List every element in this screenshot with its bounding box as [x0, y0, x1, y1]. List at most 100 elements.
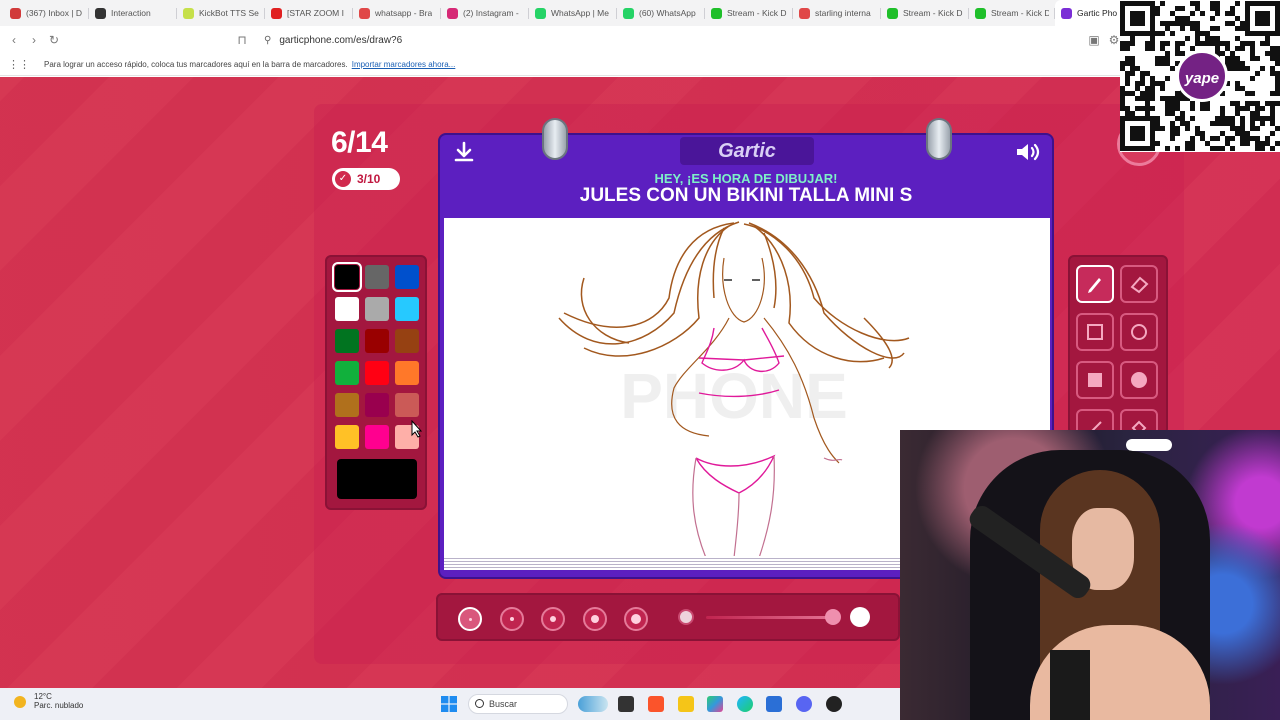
- color-swatch[interactable]: [395, 297, 419, 321]
- color-swatch[interactable]: [335, 297, 359, 321]
- browser-tab[interactable]: (367) Inbox | D: [4, 0, 89, 26]
- color-swatch[interactable]: [395, 361, 419, 385]
- color-swatch[interactable]: [332, 262, 362, 292]
- color-swatch[interactable]: [365, 361, 389, 385]
- file-explorer-icon[interactable]: [678, 696, 694, 712]
- browser-tab[interactable]: Interaction: [89, 0, 177, 26]
- circle-outline-tool[interactable]: [1120, 313, 1158, 351]
- browser-tab[interactable]: starling interna: [793, 0, 881, 26]
- apps-icon[interactable]: ⋮⋮: [8, 58, 30, 71]
- browser-tab[interactable]: WhatsApp | Me: [529, 0, 617, 26]
- reload-icon[interactable]: ↻: [44, 30, 64, 50]
- color-swatch[interactable]: [365, 329, 389, 353]
- store-icon[interactable]: [766, 696, 782, 712]
- color-swatch[interactable]: [335, 329, 359, 353]
- tab-label: Stream - Kick D: [903, 8, 963, 18]
- discord-icon[interactable]: [796, 696, 812, 712]
- forward-icon[interactable]: ›: [24, 30, 44, 50]
- browser-tab[interactable]: Stream - Kick D: [881, 0, 969, 26]
- brush-size-button[interactable]: [541, 607, 565, 631]
- browser-tab[interactable]: (2) Instagram -: [441, 0, 529, 26]
- tab-label: Stream - Kick D: [991, 8, 1049, 18]
- tab-favicon-icon: [1061, 7, 1072, 19]
- brush-size-button[interactable]: [582, 607, 607, 631]
- current-color-preview: [337, 459, 417, 499]
- round-counter: 6/14: [331, 126, 388, 159]
- circle-filled-tool[interactable]: [1120, 361, 1158, 399]
- color-swatch[interactable]: [365, 393, 389, 417]
- color-swatch[interactable]: [395, 265, 419, 289]
- color-swatch[interactable]: [395, 393, 419, 417]
- edge-icon[interactable]: [737, 696, 753, 712]
- color-swatch[interactable]: [395, 329, 419, 353]
- tab-favicon-icon: [623, 7, 634, 19]
- browser-tab[interactable]: whatsapp - Bra: [353, 0, 441, 26]
- tab-label: WhatsApp | Me: [551, 8, 609, 18]
- browser-tab[interactable]: (60) WhatsApp: [617, 0, 705, 26]
- weather-icon: [14, 696, 26, 708]
- browser-tab[interactable]: Stream - Kick D: [705, 0, 793, 26]
- circle-filled-icon: [1131, 372, 1147, 388]
- tab-label: (60) WhatsApp: [639, 8, 696, 18]
- check-icon: ✓: [335, 171, 351, 187]
- weather-widget[interactable]: 12°C Parc. nublado: [14, 692, 83, 710]
- pencil-tool[interactable]: [1076, 265, 1114, 303]
- opacity-slider-track[interactable]: [706, 616, 830, 619]
- import-bookmarks-link[interactable]: Importar marcadores ahora...: [352, 60, 456, 69]
- site-info-icon[interactable]: ⚲: [264, 35, 271, 46]
- rectangle-outline-tool[interactable]: [1076, 313, 1114, 351]
- color-swatch[interactable]: [365, 265, 389, 289]
- search-icon: [475, 699, 484, 708]
- url-text: garticphone.com/es/draw?6: [279, 34, 403, 46]
- circle-outline-icon: [1131, 324, 1147, 340]
- yape-logo: yape: [1176, 50, 1228, 102]
- color-swatch[interactable]: [365, 297, 389, 321]
- tab-favicon-icon: [95, 7, 106, 19]
- obs-icon[interactable]: [826, 696, 842, 712]
- download-icon[interactable]: [452, 140, 476, 164]
- brush-size-button[interactable]: [458, 607, 482, 631]
- tab-favicon-icon: [10, 7, 21, 19]
- browser-tab[interactable]: KickBot TTS Se: [177, 0, 265, 26]
- brush-size-button[interactable]: [499, 607, 524, 631]
- browser-tab[interactable]: [STAR ZOOM I: [265, 0, 353, 26]
- notebook-ring-right: [926, 118, 952, 160]
- color-swatch[interactable]: [335, 361, 359, 385]
- drawing-prompt: JULES CON UN BIKINI TALLA MINI S: [579, 185, 913, 206]
- volume-icon[interactable]: [1014, 140, 1042, 164]
- widget-icon[interactable]: [578, 696, 608, 712]
- temperature: 12°C: [34, 692, 52, 701]
- color-swatch[interactable]: [335, 393, 359, 417]
- bookmark-icon[interactable]: ⊓: [232, 30, 252, 50]
- tab-favicon-icon: [183, 7, 194, 19]
- tab-favicon-icon: [975, 7, 986, 19]
- color-swatch[interactable]: [335, 425, 359, 449]
- eraser-tool[interactable]: [1120, 265, 1158, 303]
- tab-bar: (367) Inbox | D Interaction KickBot TTS Se…: [0, 0, 1280, 26]
- weather-text: Parc. nublado: [34, 701, 84, 710]
- brush-size-button[interactable]: [624, 607, 648, 631]
- rectangle-filled-tool[interactable]: [1076, 361, 1114, 399]
- tab-label: [STAR ZOOM I: [287, 8, 344, 18]
- done-count: 3/10: [357, 172, 381, 186]
- taskbar-search[interactable]: Buscar: [468, 694, 568, 714]
- address-field[interactable]: ⚲ garticphone.com/es/draw?6: [256, 30, 976, 50]
- gartic-logo: Gartic: [680, 137, 814, 165]
- color-swatch[interactable]: [365, 425, 389, 449]
- opacity-slider-handle[interactable]: [825, 609, 841, 625]
- windows-start-icon[interactable]: [441, 696, 457, 712]
- browser-tab[interactable]: Stream - Kick D: [969, 0, 1055, 26]
- tab-label: whatsapp - Bra: [375, 8, 433, 18]
- opacity-min-knob[interactable]: [678, 609, 694, 625]
- back-icon[interactable]: ‹: [4, 30, 24, 50]
- task-view-icon[interactable]: [618, 696, 634, 712]
- tools-panel: [1068, 255, 1168, 435]
- streamer-top: [1050, 650, 1090, 720]
- bookmarks-bar: ⋮⋮ Para lograr un acceso rápido, coloca …: [0, 54, 1280, 76]
- copilot-icon[interactable]: [707, 696, 723, 712]
- brave-icon[interactable]: [648, 696, 664, 712]
- color-palette: [325, 255, 427, 510]
- bookmarks-hint: Para lograr un acceso rápido, coloca tus…: [44, 60, 348, 69]
- extensions-icon[interactable]: ▣: [1084, 30, 1104, 50]
- browser-tab[interactable]: Gartic Pho: [1055, 0, 1125, 26]
